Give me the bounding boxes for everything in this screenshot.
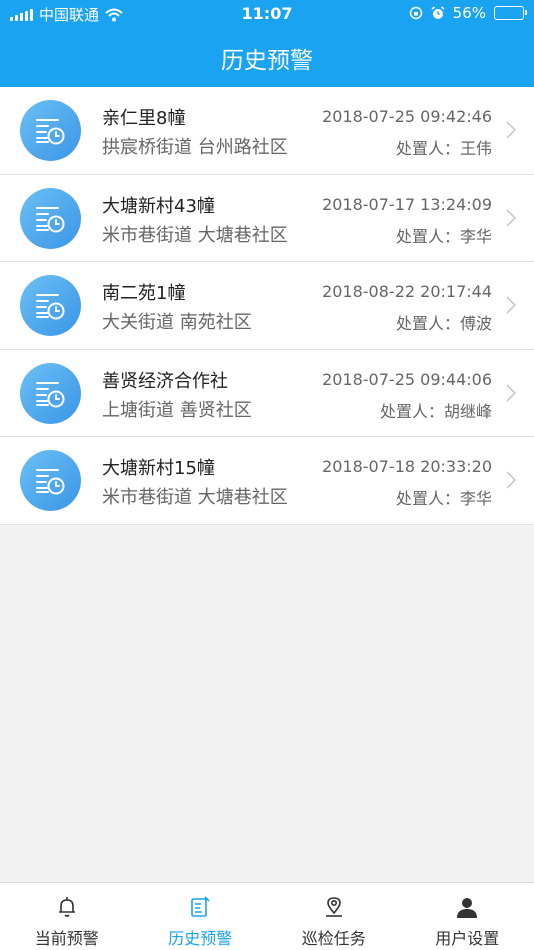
record-datetime: 2018-07-18 20:33:20 — [322, 457, 492, 476]
rotation-lock-icon — [409, 6, 422, 20]
bottom-tab-bar: 当前预警 历史预警 巡检任务 用户设置 — [0, 882, 534, 950]
history-record-icon — [20, 275, 81, 336]
chevron-right-icon — [506, 383, 516, 402]
list-item[interactable]: 亲仁里8幢 拱宸桥街道 台州路社区 2018-07-25 09:42:46 处置… — [0, 87, 534, 175]
record-handler: 处置人：王伟 — [395, 139, 492, 158]
alarm-icon — [431, 6, 445, 19]
tab-history-warning[interactable]: 历史预警 — [134, 883, 268, 950]
record-datetime: 2018-07-25 09:44:06 — [322, 369, 492, 389]
record-handler: 处置人：李华 — [395, 489, 492, 508]
record-address: 上塘街道 善贤社区 — [102, 399, 252, 421]
history-record-icon — [20, 187, 81, 249]
chevron-right-icon — [506, 296, 516, 314]
record-name: 南二苑1幢 — [102, 283, 186, 304]
record-datetime: 2018-08-22 20:17:44 — [322, 282, 492, 301]
history-icon — [191, 896, 210, 917]
record-handler: 处置人：傅波 — [395, 314, 492, 333]
status-right: 56% — [409, 4, 527, 22]
tab-user-settings[interactable]: 用户设置 — [401, 883, 534, 950]
record-address: 米市巷街道 大塘巷社区 — [102, 224, 288, 246]
tab-label: 历史预警 — [168, 929, 233, 948]
chevron-right-icon — [506, 208, 516, 227]
tab-inspection-task[interactable]: 巡检任务 — [267, 883, 401, 950]
page-title: 历史预警 — [221, 48, 313, 74]
chevron-right-icon — [506, 121, 516, 139]
battery-percent: 56% — [452, 4, 486, 22]
tab-label: 当前预警 — [34, 929, 99, 948]
history-record-icon — [20, 450, 81, 511]
record-name: 善贤经济合作社 — [102, 370, 228, 392]
record-datetime: 2018-07-25 09:42:46 — [322, 107, 492, 126]
record-name: 大塘新村43幢 — [102, 195, 215, 217]
user-icon — [457, 898, 478, 918]
record-handler: 处置人：胡继峰 — [379, 401, 492, 421]
history-record-icon — [20, 100, 81, 161]
list-item[interactable]: 善贤经济合作社 上塘街道 善贤社区 2018-07-25 09:44:06 处置… — [0, 350, 534, 437]
bell-icon — [58, 897, 75, 917]
record-datetime: 2018-07-17 13:24:09 — [322, 194, 492, 214]
record-address: 米市巷街道 大塘巷社区 — [102, 487, 288, 508]
record-name: 大塘新村15幢 — [102, 458, 215, 479]
tab-current-warning[interactable]: 当前预警 — [0, 883, 134, 950]
tab-label: 巡检任务 — [301, 929, 366, 948]
list-item[interactable]: 大塘新村15幢 米市巷街道 大塘巷社区 2018-07-18 20:33:20 … — [0, 437, 534, 525]
record-handler: 处置人：李华 — [395, 226, 492, 246]
list-item[interactable]: 大塘新村43幢 米市巷街道 大塘巷社区 2018-07-17 13:24:09 … — [0, 175, 534, 262]
history-record-icon — [20, 362, 81, 424]
battery-icon — [494, 6, 527, 20]
status-bar: 中国联通 11:07 56% — [0, 0, 534, 28]
app-header: 中国联通 11:07 56% 历史预警 — [0, 0, 534, 87]
location-pin-icon — [325, 897, 342, 917]
history-warning-list: 亲仁里8幢 拱宸桥街道 台州路社区 2018-07-25 09:42:46 处置… — [0, 87, 534, 525]
tab-label: 用户设置 — [435, 929, 500, 948]
record-address: 拱宸桥街道 台州路社区 — [102, 137, 288, 158]
list-item[interactable]: 南二苑1幢 大关街道 南苑社区 2018-08-22 20:17:44 处置人：… — [0, 262, 534, 350]
record-address: 大关街道 南苑社区 — [102, 312, 252, 333]
record-name: 亲仁里8幢 — [102, 108, 186, 129]
chevron-right-icon — [506, 471, 516, 489]
